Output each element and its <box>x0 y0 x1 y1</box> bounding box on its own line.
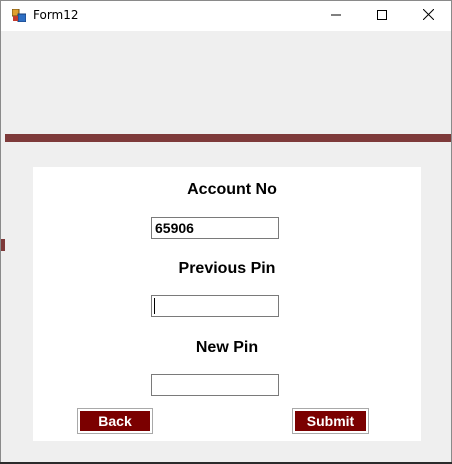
client-area: Account No Previous Pin New Pin Back Sub… <box>1 31 451 463</box>
form-app-icon <box>11 8 27 23</box>
close-icon <box>422 7 434 25</box>
header-divider-bar <box>5 134 451 142</box>
minimize-button[interactable] <box>313 1 359 31</box>
submit-button-label: Submit <box>295 411 366 431</box>
title-bar[interactable]: Form12 <box>1 1 451 31</box>
new-pin-field[interactable] <box>151 374 279 396</box>
left-edge-marker <box>1 239 5 251</box>
minimize-icon <box>331 7 341 25</box>
window-title: Form12 <box>33 8 79 22</box>
account-no-field[interactable] <box>151 217 279 239</box>
change-pin-panel: Account No Previous Pin New Pin Back Sub… <box>33 167 421 441</box>
app-window: Form12 Account No Previous Pin New P <box>0 0 452 464</box>
account-no-label: Account No <box>187 181 277 198</box>
back-button-label: Back <box>80 411 150 431</box>
maximize-button[interactable] <box>359 1 405 31</box>
maximize-icon <box>377 7 387 25</box>
back-button[interactable]: Back <box>77 408 153 434</box>
text-caret <box>154 298 155 314</box>
close-button[interactable] <box>405 1 451 31</box>
submit-button[interactable]: Submit <box>292 408 369 434</box>
previous-pin-field[interactable] <box>151 295 279 317</box>
new-pin-label: New Pin <box>195 339 259 356</box>
previous-pin-label: Previous Pin <box>178 260 276 277</box>
